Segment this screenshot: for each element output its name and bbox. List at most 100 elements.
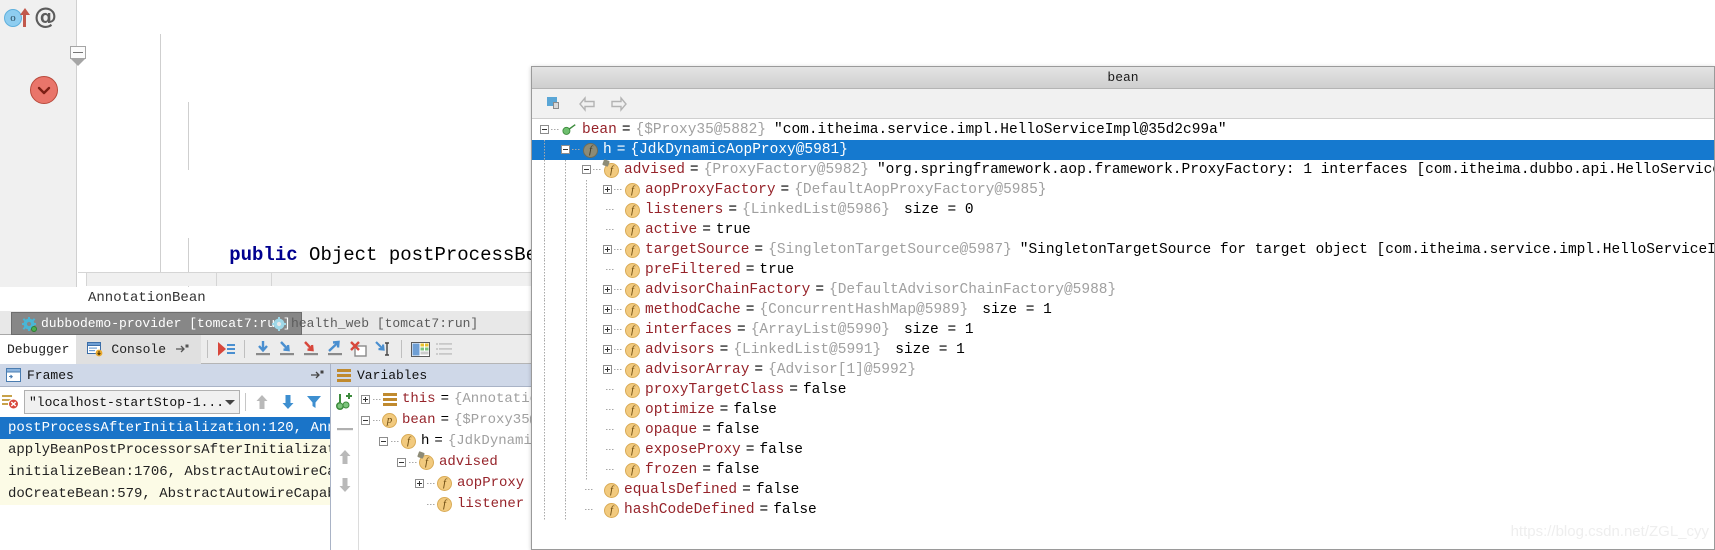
editor-gutter[interactable]: o @ xyxy=(0,0,86,290)
back-arrow-icon[interactable] xyxy=(576,94,598,114)
object-tree-row[interactable]: f listeners = {LinkedList@5986} size = 0 xyxy=(532,200,1714,220)
step-into-icon[interactable] xyxy=(275,338,299,360)
variables-body[interactable]: this = {Annotatio p bean = {$Proxy35@ f h … xyxy=(331,387,538,550)
popup-toolbar[interactable] xyxy=(532,89,1714,119)
run-tab-health-web[interactable]: health_web [tomcat7:run] xyxy=(262,312,488,335)
object-tree-row[interactable]: f preFiltered = true xyxy=(532,260,1714,280)
tree-guide-line xyxy=(586,440,587,460)
move-down-icon[interactable] xyxy=(331,471,359,499)
collapse-node-icon[interactable] xyxy=(582,165,591,174)
object-tree[interactable]: bean = {$Proxy35@5882} "com.itheima.service… xyxy=(532,120,1714,549)
object-tree-row[interactable]: f advisorChainFactory = {DefaultAdvisorChai… xyxy=(532,280,1714,300)
tree-guide-line xyxy=(586,260,587,280)
force-step-into-icon[interactable] xyxy=(299,338,323,360)
variable-row[interactable]: p bean = {$Proxy35@ xyxy=(361,410,538,431)
new-watch-icon[interactable] xyxy=(331,387,359,415)
object-tree-row[interactable]: bean = {$Proxy35@5882} "com.itheima.service… xyxy=(532,120,1714,140)
variable-row[interactable]: f advised xyxy=(361,452,538,473)
object-tree-row[interactable]: f interfaces = {ArrayList@5990} size = 1 xyxy=(532,320,1714,340)
stack-frame-row[interactable]: applyBeanPostProcessorsAfterInitializati… xyxy=(0,439,330,461)
expand-node-icon[interactable] xyxy=(603,245,612,254)
tree-dash xyxy=(606,209,614,210)
expand-node-icon[interactable] xyxy=(603,325,612,334)
evaluate-expression-icon[interactable] xyxy=(408,338,432,360)
breadcrumb[interactable]: AnnotationBean xyxy=(0,287,538,311)
expand-node-icon[interactable] xyxy=(603,185,612,194)
collapse-node-icon[interactable] xyxy=(561,145,570,154)
chevron-down-icon[interactable] xyxy=(225,399,235,405)
object-tree-row[interactable]: f advised = {ProxyFactory@5982} "org.springf… xyxy=(532,160,1714,180)
filter-icon[interactable] xyxy=(301,390,327,414)
tree-guide-line xyxy=(565,300,566,320)
stack-frame-row[interactable]: doCreateBean:579, AbstractAutowireCapabl… xyxy=(0,483,330,505)
run-configuration-tabs[interactable]: dubbodemo-provider [tomcat7:run] health_… xyxy=(0,311,538,335)
object-tree-row[interactable]: f optimize = false xyxy=(532,400,1714,420)
tree-dash xyxy=(593,169,601,170)
down-arrow-icon[interactable] xyxy=(275,390,301,414)
variable-inspect-popup[interactable]: bean bean = {$Proxy35@5882} "com.itheima… xyxy=(531,66,1715,550)
call-stack-list[interactable]: postProcessAfterInitialization:120, Anno… xyxy=(0,417,330,550)
object-tree-row[interactable]: f proxyTargetClass = false xyxy=(532,380,1714,400)
step-over-icon[interactable] xyxy=(251,338,275,360)
resume-program-icon[interactable] xyxy=(214,338,238,360)
run-tab-dubbodemo-provider[interactable]: dubbodemo-provider [tomcat7:run] xyxy=(11,312,302,335)
expand-node-icon[interactable] xyxy=(603,365,612,374)
debugger-toolbar[interactable]: Debugger Console xyxy=(0,334,538,364)
gutter-marker-group[interactable]: o @ xyxy=(4,6,57,29)
tree-node-equals: = xyxy=(728,202,738,218)
breakpoint-verified-icon[interactable] xyxy=(30,76,58,104)
object-tree-row[interactable]: f frozen = false xyxy=(532,460,1714,480)
tab-console[interactable]: Console xyxy=(76,334,202,364)
field-badge-icon: f xyxy=(625,242,640,258)
expand-node-icon[interactable] xyxy=(603,345,612,354)
variable-row[interactable]: this = {Annotatio xyxy=(361,389,538,410)
thread-selector[interactable]: "localhost-startStop-1... xyxy=(24,390,240,414)
object-tree-row[interactable]: f advisors = {LinkedList@5991} size = 1 xyxy=(532,340,1714,360)
field-badge-icon: f xyxy=(625,342,640,358)
field-badge-icon: f xyxy=(625,262,640,278)
object-tree-row[interactable]: f equalsDefined = false xyxy=(532,480,1714,500)
editor-horizontal-scrollbar[interactable] xyxy=(78,272,538,286)
forward-arrow-icon[interactable] xyxy=(608,94,630,114)
run-to-cursor-icon[interactable] xyxy=(371,338,395,360)
object-tree-row[interactable]: f methodCache = {ConcurrentHashMap@5989} siz… xyxy=(532,300,1714,320)
expand-node-icon[interactable] xyxy=(603,285,612,294)
tree-dash xyxy=(614,249,622,250)
tab-debugger[interactable]: Debugger xyxy=(0,334,77,364)
move-up-icon[interactable] xyxy=(331,443,359,471)
remove-watch-icon[interactable] xyxy=(331,415,359,443)
stack-frame-row[interactable]: postProcessAfterInitialization:120, Anno… xyxy=(0,417,330,439)
variable-row[interactable]: f aopProxy xyxy=(361,473,538,494)
implementing-method-arrow-icon[interactable] xyxy=(20,7,30,28)
mute-breakpoints-icon[interactable] xyxy=(432,338,456,360)
variable-row[interactable]: f listener xyxy=(361,494,538,515)
frames-body[interactable]: "localhost-startStop-1... postProcessAft… xyxy=(0,387,330,550)
object-tree-row[interactable]: f aopProxyFactory = {DefaultAopProxyFactory… xyxy=(532,180,1714,200)
toolbar-divider xyxy=(401,340,403,358)
expand-node-icon[interactable] xyxy=(603,305,612,314)
tree-guide-line xyxy=(586,380,587,400)
collapse-node-icon[interactable] xyxy=(540,125,549,134)
drop-frame-icon[interactable] xyxy=(347,338,371,360)
object-tree-row[interactable]: f advisorArray = {Advisor[1]@5992} xyxy=(532,360,1714,380)
stack-frame-row[interactable]: initializeBean:1706, AbstractAutowireCap… xyxy=(0,461,330,483)
popup-title-bar[interactable]: bean xyxy=(532,67,1714,89)
object-tree-row[interactable]: f h = {JdkDynamicAopProxy@5981} xyxy=(532,140,1714,160)
variables-tree[interactable]: this = {Annotatio p bean = {$Proxy35@ f h … xyxy=(361,389,538,515)
step-out-icon[interactable] xyxy=(323,338,347,360)
jump-to-source-icon[interactable] xyxy=(544,94,566,114)
object-tree-row[interactable]: f active = true xyxy=(532,220,1714,240)
tree-dash xyxy=(606,409,614,410)
tree-guide-line xyxy=(544,500,545,520)
up-arrow-icon[interactable] xyxy=(249,390,275,414)
object-tree-row[interactable]: f exposeProxy = false xyxy=(532,440,1714,460)
pin-tab-icon[interactable] xyxy=(170,338,194,360)
hide-panel-icon[interactable] xyxy=(310,369,324,381)
object-tree-row[interactable]: f opaque = false xyxy=(532,420,1714,440)
object-tree-row[interactable]: f targetSource = {SingletonTargetSource@598… xyxy=(532,240,1714,260)
thread-selector-row[interactable]: "localhost-startStop-1... xyxy=(0,389,330,415)
variables-side-toolbar[interactable] xyxy=(331,387,359,550)
field-badge-icon: f xyxy=(625,322,640,338)
object-tree-row[interactable]: f hashCodeDefined = false xyxy=(532,500,1714,520)
variable-row[interactable]: f h = {JdkDynami xyxy=(361,431,538,452)
